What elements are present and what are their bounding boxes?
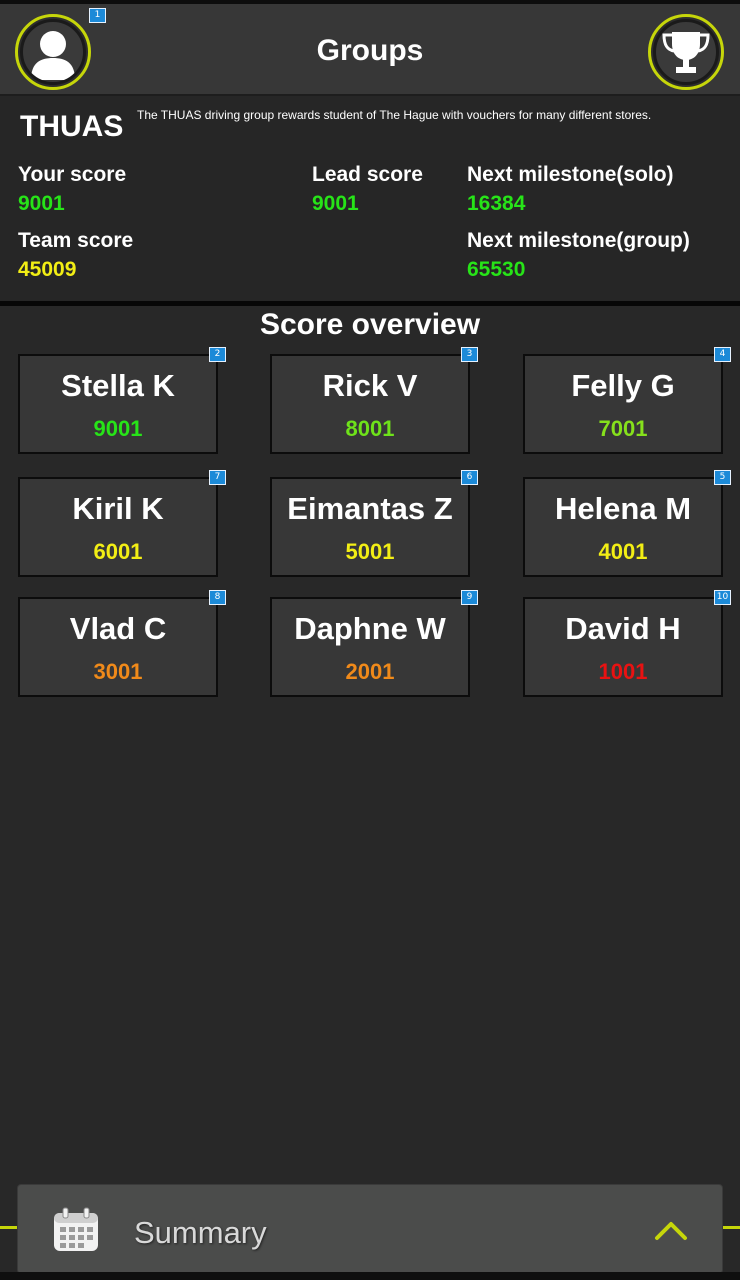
annotation-marker: 8 [209,590,226,605]
summary-label: Summary [134,1215,267,1250]
member-card-rick-v[interactable]: Rick V 8001 3 [270,347,478,454]
app-header: 1 Groups [0,0,740,96]
member-card-kiril-k[interactable]: Kiril K 6001 7 [18,470,226,577]
member-card-helena-m[interactable]: Helena M 4001 5 [523,470,731,577]
group-description: The THUAS driving group rewards student … [137,108,652,122]
lead-score-value: 9001 [312,192,359,215]
member-score: 8001 [345,416,395,441]
member-name: Felly G [571,368,675,403]
next-milestone-group-value: 65530 [467,258,526,281]
member-name: Kiril K [72,491,164,526]
annotation-marker: 4 [714,347,731,362]
member-name: Daphne W [294,611,446,646]
calendar-icon [52,1207,100,1253]
lead-score-label: Lead score [312,163,423,186]
chevron-up-icon [654,1219,688,1241]
trophy-icon [653,19,719,85]
annotation-marker: 3 [461,347,478,362]
team-score-label: Team score [18,229,134,252]
annotation-marker: 10 [714,590,731,605]
annotation-marker: 7 [209,470,226,485]
member-score: 3001 [93,659,143,684]
next-milestone-solo-value: 16384 [467,192,526,215]
next-milestone-group-label: Next milestone(group) [467,229,690,252]
member-card-vlad-c[interactable]: Vlad C 3001 8 [18,590,226,697]
member-name: Rick V [322,368,418,403]
member-name: Stella K [61,368,175,403]
member-score: 4001 [598,539,648,564]
trophy-button[interactable] [648,14,724,90]
annotation-marker: 2 [209,347,226,362]
your-score-value: 9001 [18,192,65,215]
group-name: THUAS [20,110,124,143]
score-overview-title: Score overview [259,308,481,341]
member-name: David H [565,611,681,646]
member-score: 1001 [598,659,648,684]
group-info-panel: THUAS The THUAS driving group rewards st… [0,96,740,306]
groups-screen: 1 Groups THUAS The THUAS driving group r… [0,0,740,1280]
annotation-marker: 5 [714,470,731,485]
member-name: Helena M [554,491,692,526]
member-score: 5001 [345,539,395,564]
member-score: 2001 [345,659,395,684]
member-score: 7001 [598,416,648,441]
member-card-daphne-w[interactable]: Daphne W 2001 9 [270,590,478,697]
annotation-marker: 9 [461,590,478,605]
member-card-felly-g[interactable]: Felly G 7001 4 [523,347,731,454]
member-card-david-h[interactable]: David H 1001 10 [523,590,731,697]
your-score-label: Your score [18,163,127,186]
member-name: Eimantas Z [287,491,453,526]
member-name: Vlad C [69,611,167,646]
member-score: 9001 [93,416,143,441]
summary-panel-toggle[interactable]: Summary [17,1184,723,1274]
team-score-value: 45009 [18,258,77,281]
member-card-stella-k[interactable]: Stella K 9001 2 [18,347,226,454]
member-card-eimantas-z[interactable]: Eimantas Z 5001 6 [270,470,478,577]
page-title: Groups [316,34,424,67]
annotation-marker: 1 [89,8,106,23]
annotation-marker: 6 [461,470,478,485]
next-milestone-solo-label: Next milestone(solo) [467,163,674,186]
bottom-edge [0,1272,740,1280]
member-score: 6001 [93,539,143,564]
